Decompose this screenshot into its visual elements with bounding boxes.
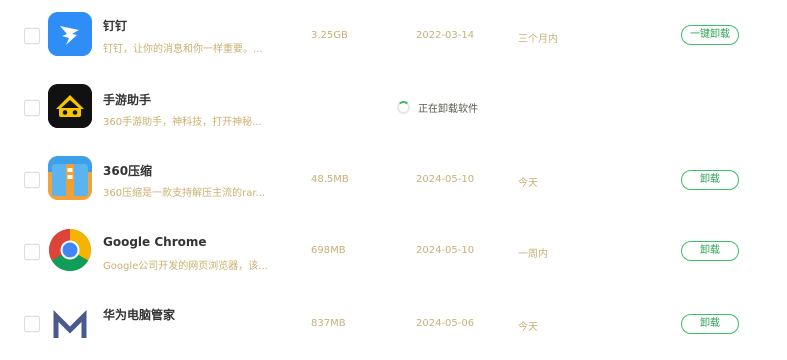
one-click-uninstall-button[interactable]: 一键卸载 (681, 25, 739, 45)
row-checkbox[interactable] (24, 244, 40, 260)
uninstall-button[interactable]: 卸载 (681, 241, 739, 261)
app-description: 360手游助手，神科技，打开神秘... (103, 117, 262, 128)
app-size: 3.25GB (311, 30, 348, 41)
uninstall-button[interactable]: 卸载 (681, 314, 739, 334)
last-used: 今天 (518, 178, 538, 189)
install-date: 2024-05-10 (416, 245, 475, 256)
list-item: 华为电脑管家 837MB 2024-05-06 今天 卸载 (0, 288, 787, 360)
app-name: 360压缩 (103, 164, 153, 178)
app-size: 48.5MB (311, 174, 349, 185)
dingtalk-icon (48, 12, 92, 56)
app-size: 837MB (311, 318, 346, 329)
app-name: 钉钉 (103, 19, 128, 33)
list-item: 钉钉 钉钉，让你的消息和你一样重要。... 3.25GB 2022-03-14 … (0, 0, 787, 72)
uninstall-button[interactable]: 卸载 (681, 170, 739, 190)
360zip-icon (48, 156, 92, 200)
install-date: 2024-05-10 (416, 174, 475, 185)
row-checkbox[interactable] (24, 28, 40, 44)
row-checkbox[interactable] (24, 100, 40, 116)
loading-spinner-icon (397, 101, 410, 114)
list-item: Google Chrome Google公司开发的网页浏览器，该... 698M… (0, 216, 787, 288)
app-name: 手游助手 (103, 93, 152, 107)
chrome-icon (48, 228, 92, 272)
last-used: 三个月内 (518, 34, 558, 45)
last-used: 一周内 (518, 249, 548, 260)
install-date: 2024-05-06 (416, 318, 475, 329)
list-item: 360压缩 360压缩是一款支持解压主流的rar... 48.5MB 2024-… (0, 144, 787, 216)
app-size: 698MB (311, 245, 346, 256)
app-description: Google公司开发的网页浏览器，该... (103, 261, 268, 272)
row-checkbox[interactable] (24, 172, 40, 188)
app-name: 华为电脑管家 (103, 308, 176, 322)
row-checkbox[interactable] (24, 316, 40, 332)
status-text: 正在卸载软件 (418, 104, 478, 115)
huawei-pc-manager-icon (48, 308, 92, 352)
app-name: Google Chrome (103, 235, 207, 249)
last-used: 今天 (518, 322, 538, 333)
list-item: 手游助手 360手游助手，神科技，打开神秘... 正在卸载软件 (0, 72, 787, 144)
uninstall-status: 正在卸载软件 (397, 100, 478, 115)
app-description: 360压缩是一款支持解压主流的rar... (103, 188, 266, 199)
app-description: 钉钉，让你的消息和你一样重要。... (103, 44, 263, 55)
install-date: 2022-03-14 (416, 30, 475, 41)
mobile-game-assistant-icon (48, 84, 92, 128)
